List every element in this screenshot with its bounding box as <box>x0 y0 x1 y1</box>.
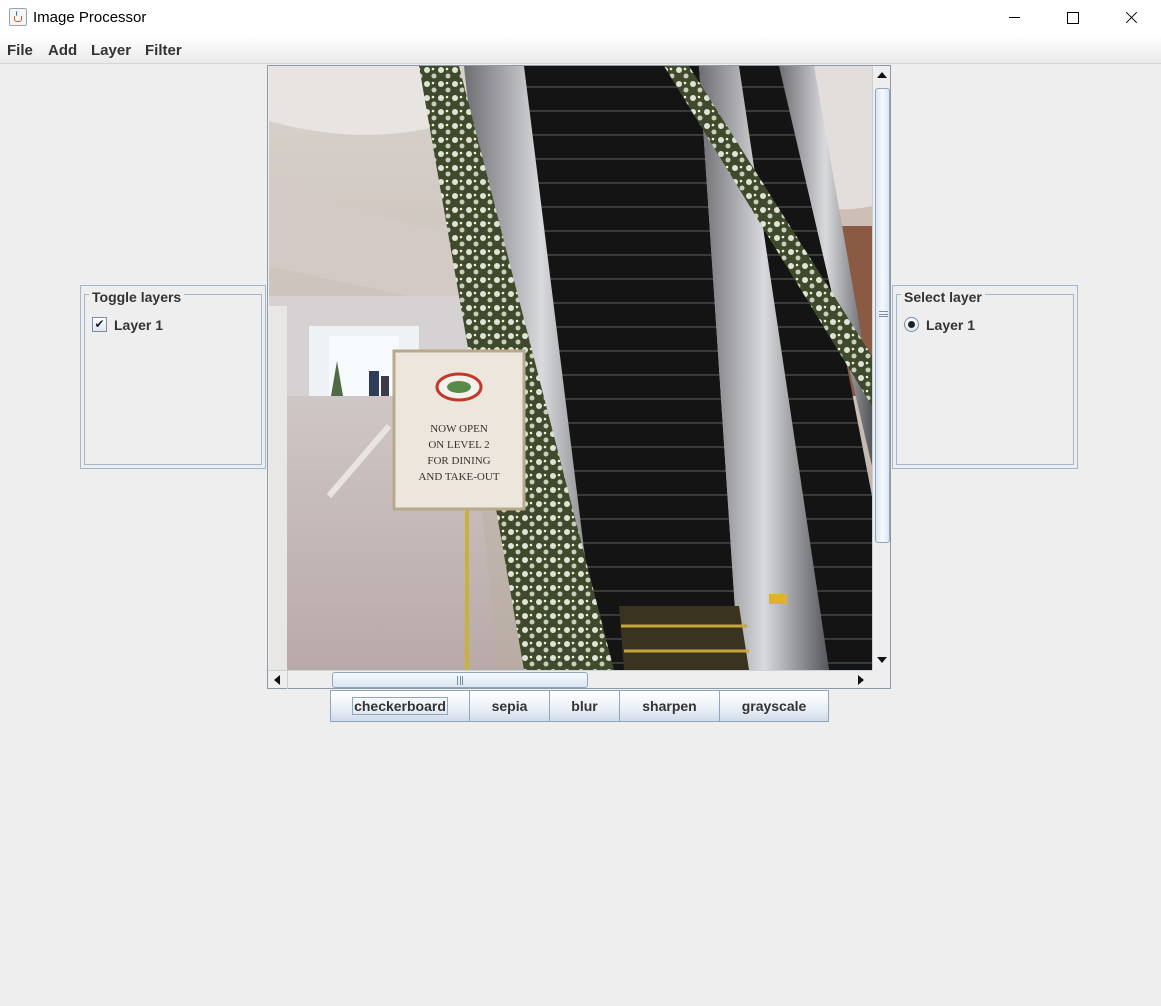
scroll-left-arrow-icon[interactable] <box>269 671 286 688</box>
menu-layer[interactable]: Layer <box>91 42 131 59</box>
sign-line-3: FOR DINING <box>427 455 490 467</box>
menu-add[interactable]: Add <box>48 42 77 59</box>
toggle-layers-panel: Toggle layers ✔ Layer 1 <box>80 285 266 469</box>
maximize-button[interactable] <box>1043 0 1101 36</box>
escalator-photo: NOW OPEN ON LEVEL 2 FOR DINING AND TAKE-… <box>269 66 872 670</box>
sign-line-2: ON LEVEL 2 <box>428 439 489 451</box>
image-scroll-pane: NOW OPEN ON LEVEL 2 FOR DINING AND TAKE-… <box>267 65 891 689</box>
menu-filter[interactable]: Filter <box>145 42 182 59</box>
scroll-right-arrow-icon[interactable] <box>852 671 869 688</box>
vertical-scrollbar[interactable] <box>872 66 890 670</box>
horizontal-scrollbar[interactable] <box>268 670 872 689</box>
sharpen-button[interactable]: sharpen <box>619 690 720 722</box>
grayscale-button[interactable]: grayscale <box>719 690 829 722</box>
menu-bar: File Add Layer Filter <box>0 36 1161 64</box>
layer-1-toggle-label[interactable]: Layer 1 <box>114 317 163 333</box>
vertical-scroll-thumb[interactable] <box>875 88 890 543</box>
select-layer-panel: Select layer Layer 1 <box>892 285 1078 469</box>
layer-1-radio[interactable] <box>904 317 919 332</box>
window-title: Image Processor <box>33 9 147 26</box>
scroll-corner <box>872 670 890 688</box>
select-layer-title: Select layer <box>901 289 985 305</box>
layer-1-select-label[interactable]: Layer 1 <box>926 317 975 333</box>
minimize-button[interactable] <box>985 0 1043 36</box>
blur-button[interactable]: blur <box>549 690 620 722</box>
scroll-up-arrow-icon[interactable] <box>873 67 890 84</box>
close-button[interactable] <box>1101 0 1159 36</box>
horizontal-scroll-thumb[interactable] <box>332 672 588 688</box>
menu-file[interactable]: File <box>7 42 33 59</box>
sepia-button[interactable]: sepia <box>469 690 550 722</box>
checkerboard-button[interactable]: checkerboard <box>330 690 470 722</box>
sign-line-4: AND TAKE-OUT <box>418 471 499 483</box>
toggle-layers-title: Toggle layers <box>89 289 185 305</box>
title-bar: Image Processor <box>0 0 1161 36</box>
sign-line-1: NOW OPEN <box>430 423 488 435</box>
layer-1-checkbox[interactable]: ✔ <box>92 317 107 332</box>
image-canvas: NOW OPEN ON LEVEL 2 FOR DINING AND TAKE-… <box>269 66 872 670</box>
scroll-down-arrow-icon[interactable] <box>873 651 890 668</box>
java-app-icon <box>9 8 27 26</box>
